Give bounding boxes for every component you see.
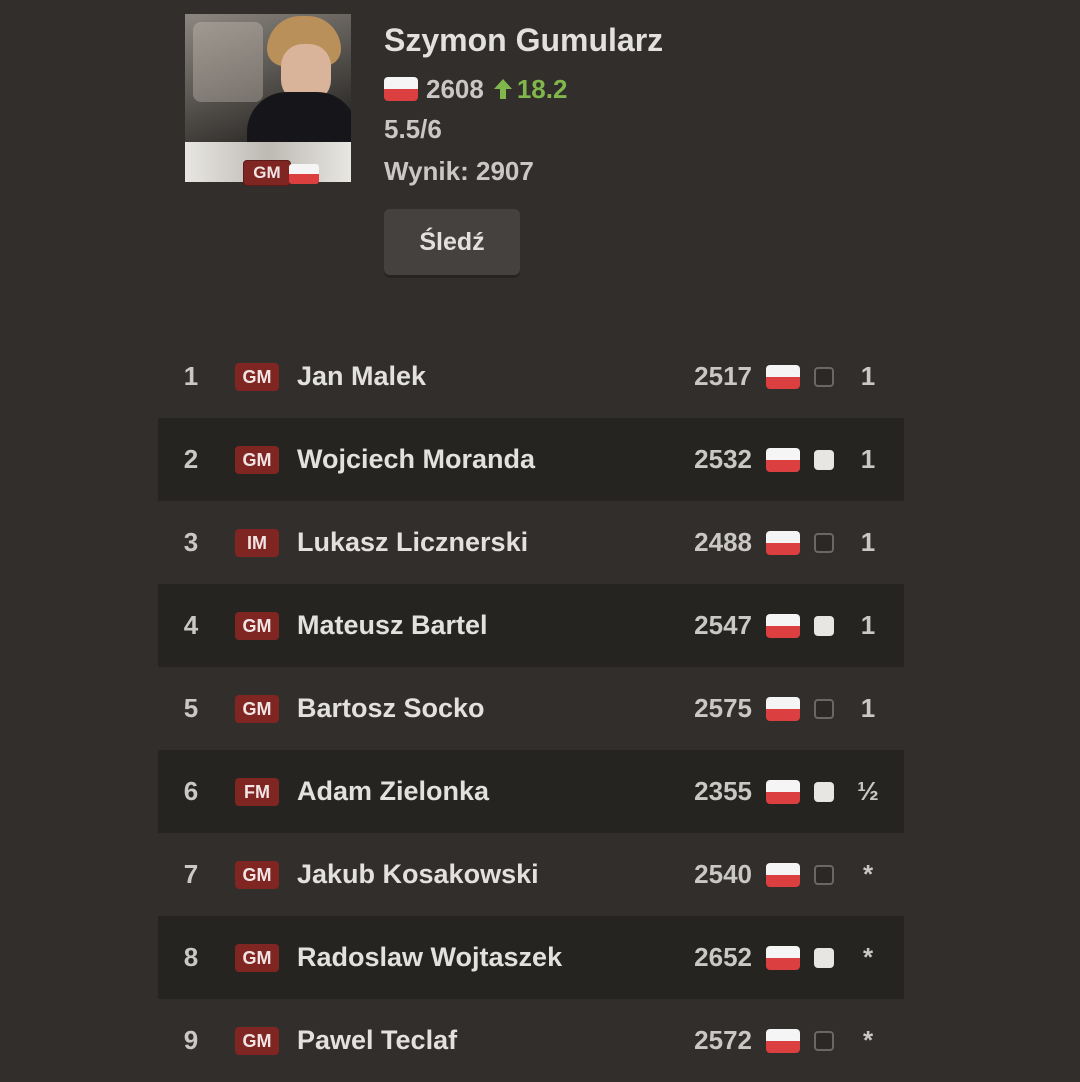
player-title-badge: GM xyxy=(243,160,291,186)
poland-flag-icon xyxy=(766,418,800,501)
opponent-name[interactable]: Lukasz Licznerski xyxy=(297,501,528,584)
table-row[interactable]: 7 GM Jakub Kosakowski 2540 * xyxy=(158,833,904,916)
opponent-rating: 2532 xyxy=(694,444,752,474)
round-number: 5 xyxy=(183,693,199,723)
poland-flag-icon xyxy=(384,77,418,101)
black-piece-icon xyxy=(814,667,834,750)
white-piece-icon xyxy=(814,750,834,833)
opponent-rating: 2517 xyxy=(694,361,752,391)
opponent-rating: 2575 xyxy=(694,693,752,723)
black-piece-icon xyxy=(814,335,834,418)
opponent-title-badge: GM xyxy=(235,861,279,889)
player-name[interactable]: Szymon Gumularz xyxy=(384,22,663,59)
player-performance: Wynik: 2907 xyxy=(384,156,534,186)
opponent-title-badge: GM xyxy=(235,446,279,474)
opponent-title-badge: GM xyxy=(235,944,279,972)
player-avatar[interactable] xyxy=(185,14,351,182)
table-row[interactable]: 9 GM Pawel Teclaf 2572 * xyxy=(158,999,904,1082)
rating-change: 18.2 xyxy=(492,73,568,105)
opponent-title-badge: GM xyxy=(235,695,279,723)
white-piece-icon xyxy=(814,584,834,667)
poland-flag-icon xyxy=(766,916,800,999)
opponent-name[interactable]: Adam Zielonka xyxy=(297,750,489,833)
table-row[interactable]: 1 GM Jan Malek 2517 1 xyxy=(158,335,904,418)
player-rating: 2608 xyxy=(426,73,484,104)
table-row[interactable]: 3 IM Lukasz Licznerski 2488 1 xyxy=(158,501,904,584)
player-score: 5.5/6 xyxy=(384,114,442,144)
poland-flag-icon xyxy=(766,750,800,833)
opponent-name[interactable]: Pawel Teclaf xyxy=(297,999,457,1082)
rating-line: 2608 18.2 xyxy=(384,74,567,104)
opponent-name[interactable]: Jan Malek xyxy=(297,335,426,418)
round-number: 8 xyxy=(183,942,199,972)
game-result[interactable]: * xyxy=(848,916,888,999)
poland-flag-icon xyxy=(766,833,800,916)
game-result[interactable]: 1 xyxy=(848,584,888,667)
poland-flag-icon xyxy=(766,667,800,750)
opponent-rating: 2547 xyxy=(694,610,752,640)
opponent-name[interactable]: Mateusz Bartel xyxy=(297,584,488,667)
round-number: 7 xyxy=(183,859,199,889)
opponent-rating: 2652 xyxy=(694,942,752,972)
opponents-table: 1 GM Jan Malek 2517 1 2 GM Wojciech Moranda 2532… xyxy=(158,335,904,1082)
player-profile: GM Szymon Gumularz 2608 18.2 5.5/6 Wynik… xyxy=(185,14,785,294)
opponent-name[interactable]: Radoslaw Wojtaszek xyxy=(297,916,562,999)
table-row[interactable]: 4 GM Mateusz Bartel 2547 1 xyxy=(158,584,904,667)
rating-change-value: 18.2 xyxy=(516,73,568,104)
game-result[interactable]: ½ xyxy=(848,750,888,833)
round-number: 3 xyxy=(183,527,199,557)
game-result[interactable]: * xyxy=(848,833,888,916)
game-result[interactable]: * xyxy=(848,999,888,1082)
white-piece-icon xyxy=(814,418,834,501)
poland-flag-icon xyxy=(766,501,800,584)
opponent-name[interactable]: Wojciech Moranda xyxy=(297,418,535,501)
table-row[interactable]: 5 GM Bartosz Socko 2575 1 xyxy=(158,667,904,750)
table-row[interactable]: 2 GM Wojciech Moranda 2532 1 xyxy=(158,418,904,501)
black-piece-icon xyxy=(814,833,834,916)
game-result[interactable]: 1 xyxy=(848,335,888,418)
opponent-name[interactable]: Bartosz Socko xyxy=(297,667,485,750)
round-number: 9 xyxy=(183,1025,199,1055)
opponent-title-badge: FM xyxy=(235,778,279,806)
game-result[interactable]: 1 xyxy=(848,667,888,750)
opponent-rating: 2540 xyxy=(694,859,752,889)
round-number: 4 xyxy=(183,610,199,640)
black-piece-icon xyxy=(814,501,834,584)
opponent-title-badge: GM xyxy=(235,1027,279,1055)
poland-flag-icon xyxy=(766,999,800,1082)
follow-button[interactable]: Śledź xyxy=(384,209,520,275)
table-row[interactable]: 8 GM Radoslaw Wojtaszek 2652 * xyxy=(158,916,904,999)
opponent-rating: 2355 xyxy=(694,776,752,806)
poland-flag-icon xyxy=(766,584,800,667)
opponent-name[interactable]: Jakub Kosakowski xyxy=(297,833,539,916)
round-number: 6 xyxy=(183,776,199,806)
round-number: 1 xyxy=(183,361,199,391)
arrow-up-icon xyxy=(493,79,512,99)
white-piece-icon xyxy=(814,916,834,999)
black-piece-icon xyxy=(814,999,834,1082)
table-row[interactable]: 6 FM Adam Zielonka 2355 ½ xyxy=(158,750,904,833)
round-number: 2 xyxy=(183,444,199,474)
opponent-rating: 2572 xyxy=(694,1025,752,1055)
opponent-title-badge: IM xyxy=(235,529,279,557)
opponent-rating: 2488 xyxy=(694,527,752,557)
poland-flag-icon xyxy=(766,335,800,418)
opponent-title-badge: GM xyxy=(235,363,279,391)
opponent-title-badge: GM xyxy=(235,612,279,640)
avatar-flag-icon xyxy=(289,164,319,184)
game-result[interactable]: 1 xyxy=(848,418,888,501)
game-result[interactable]: 1 xyxy=(848,501,888,584)
